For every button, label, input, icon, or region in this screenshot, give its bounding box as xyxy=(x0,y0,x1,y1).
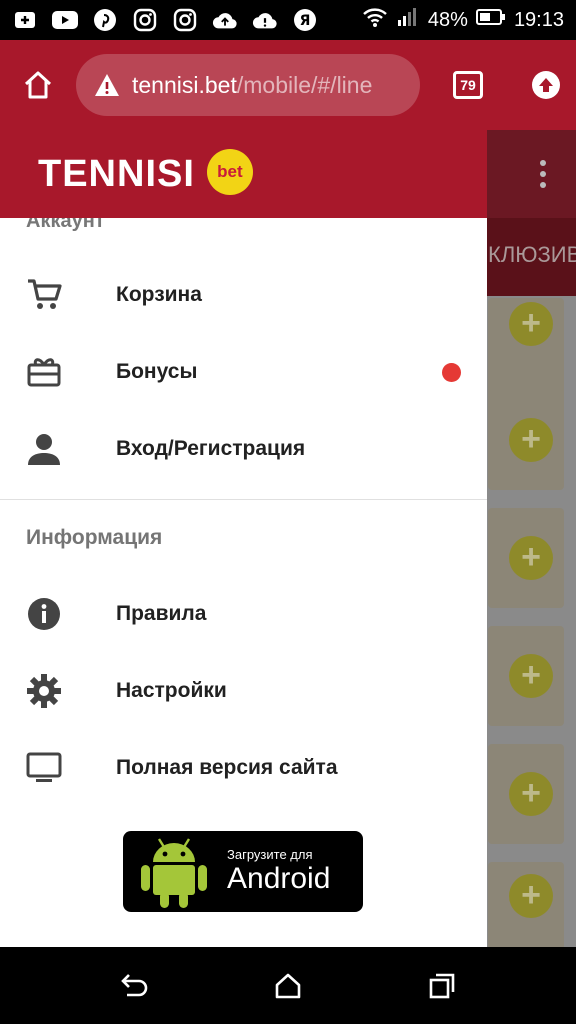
back-button[interactable] xyxy=(119,971,149,1001)
tab-count: 79 xyxy=(453,71,483,99)
instagram-icon xyxy=(172,7,198,33)
add-bet-icon[interactable]: + xyxy=(509,536,553,580)
add-bet-icon[interactable]: + xyxy=(509,654,553,698)
battery-percent: 48% xyxy=(427,8,468,31)
drawer-header: TENNISI bet xyxy=(0,130,487,218)
android-download-button[interactable]: Загрузите для Android xyxy=(123,831,363,912)
home-button[interactable] xyxy=(0,40,76,130)
update-button[interactable] xyxy=(516,40,576,130)
youtube-icon xyxy=(52,7,78,33)
status-bar: Я 48% 19:13 xyxy=(0,0,576,40)
info-icon xyxy=(0,597,116,631)
menu-item-label: Правила xyxy=(116,602,207,625)
system-nav-bar xyxy=(0,947,576,1024)
add-bet-icon[interactable]: + xyxy=(509,874,553,918)
store-caption: Загрузите для xyxy=(227,847,313,862)
svg-text:Я: Я xyxy=(300,13,311,29)
menu-item-desktop[interactable]: Полная версия сайта xyxy=(0,730,487,806)
menu-item-cart[interactable]: Корзина xyxy=(0,257,487,333)
signal-icon xyxy=(396,6,420,34)
menu-item-rules[interactable]: Правила xyxy=(0,576,487,652)
update-icon xyxy=(532,71,560,99)
add-icon xyxy=(12,7,38,33)
add-bet-icon[interactable]: + xyxy=(509,418,553,462)
more-icon[interactable] xyxy=(540,160,548,188)
add-bet-icon[interactable]: + xyxy=(509,302,553,346)
recents-icon xyxy=(429,973,455,999)
menu-item-login[interactable]: Вход/Регистрация xyxy=(0,411,487,487)
cloud-alert-icon xyxy=(252,7,278,33)
menu-item-label: Корзина xyxy=(116,283,202,306)
store-platform: Android xyxy=(227,862,331,895)
battery-icon xyxy=(475,8,506,32)
section-info: Информация xyxy=(26,526,163,549)
cart-icon xyxy=(0,278,116,312)
browser-toolbar: tennisi.bet/mobile/#/line 79 xyxy=(0,40,576,130)
url-text: tennisi.bet/mobile/#/line xyxy=(132,72,372,99)
home-icon xyxy=(24,71,52,99)
wifi-icon xyxy=(362,6,388,34)
menu-item-label: Вход/Регистрация xyxy=(116,437,306,460)
clock: 19:13 xyxy=(513,8,564,31)
url-path: /mobile/#/line xyxy=(236,71,373,98)
url-host: tennisi.bet xyxy=(132,71,237,98)
tab-exclusive[interactable]: КЛЮЗИВ xyxy=(488,242,576,268)
recents-button[interactable] xyxy=(427,971,457,1001)
person-icon xyxy=(0,432,116,466)
divider xyxy=(0,499,487,500)
home-nav-icon xyxy=(275,973,301,999)
gift-icon xyxy=(0,355,116,389)
url-bar[interactable]: tennisi.bet/mobile/#/line xyxy=(76,54,420,116)
navigation-drawer: Аккаунт TENNISI bet Корзина Бонусы Вход/… xyxy=(0,130,487,947)
cloud-upload-icon xyxy=(212,7,238,33)
logo-badge: bet xyxy=(206,149,253,195)
add-bet-icon[interactable]: + xyxy=(509,772,553,816)
menu-item-settings[interactable]: Настройки xyxy=(0,653,487,729)
menu-item-label: Бонусы xyxy=(116,360,198,383)
logo-text: TENNISI xyxy=(38,152,195,195)
back-icon xyxy=(121,974,148,997)
pinterest-icon xyxy=(92,7,118,33)
warning-icon xyxy=(95,74,119,96)
menu-item-label: Полная версия сайта xyxy=(116,756,338,779)
notification-dot xyxy=(442,362,461,382)
android-robot-icon xyxy=(141,837,207,908)
home-nav-button[interactable] xyxy=(273,971,303,1001)
menu-item-bonuses[interactable]: Бонусы xyxy=(0,334,487,410)
gear-icon xyxy=(0,673,116,709)
monitor-icon xyxy=(0,751,116,785)
tabs-button[interactable]: 79 xyxy=(420,40,516,130)
menu-item-label: Настройки xyxy=(116,679,227,702)
instagram-icon xyxy=(132,7,158,33)
yandex-icon: Я xyxy=(292,7,318,33)
